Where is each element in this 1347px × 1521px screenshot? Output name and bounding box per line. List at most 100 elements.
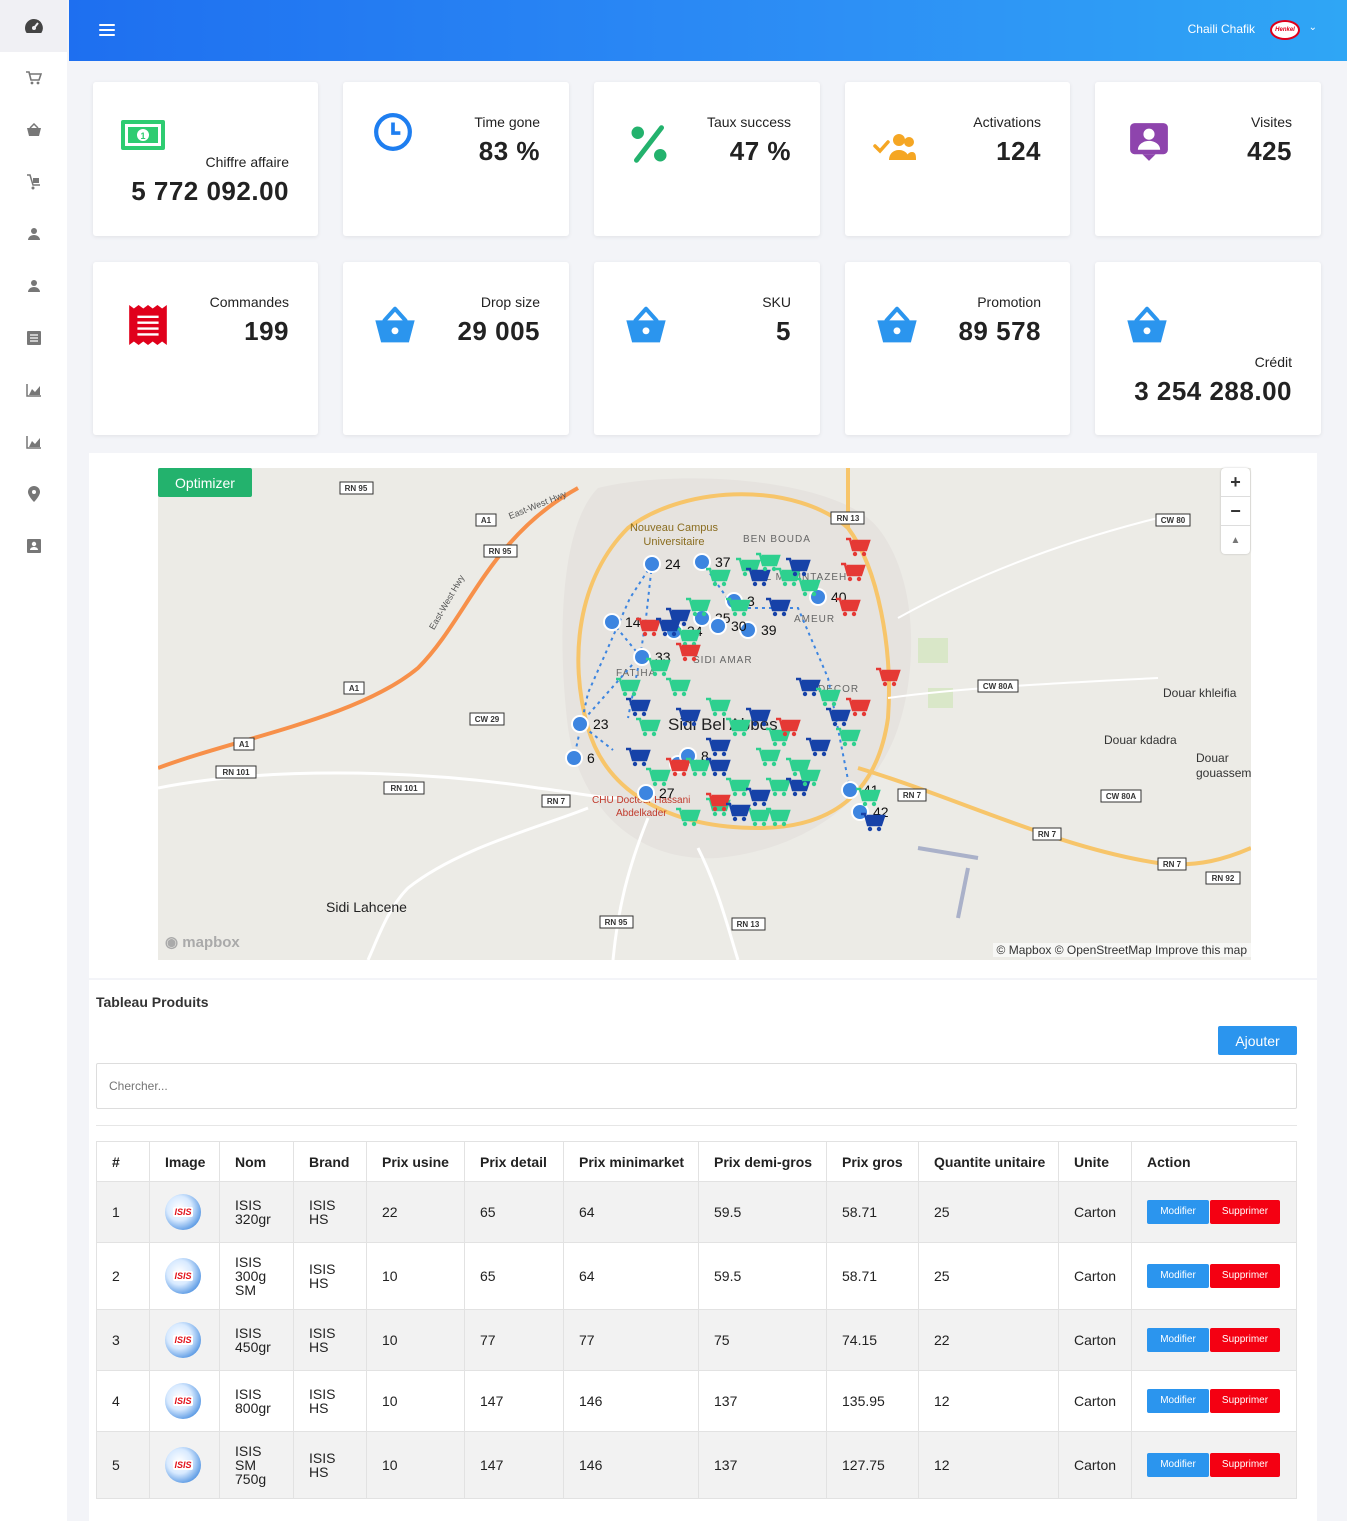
modify-button[interactable]: Modifier [1147, 1389, 1209, 1413]
col-header-prix-usine[interactable]: Prix usine [366, 1141, 465, 1182]
delete-button[interactable]: Supprimer [1210, 1453, 1280, 1477]
route-stop-marker[interactable] [603, 613, 621, 631]
cell-prix-usine: 10 [366, 1309, 465, 1371]
product-image: ISIS [165, 1447, 201, 1483]
col-header-action[interactable]: Action [1131, 1141, 1297, 1182]
compass-button[interactable]: ▲ [1221, 526, 1250, 555]
delete-button[interactable]: Supprimer [1210, 1200, 1280, 1224]
route-stop-marker[interactable] [643, 555, 661, 573]
mapbox-logo[interactable]: ◉ mapbox [165, 933, 240, 951]
sidebar-item-contacts[interactable] [0, 520, 67, 572]
basket-icon [26, 123, 41, 136]
cell-prix-demi-gros: 137 [698, 1370, 827, 1432]
chevron-down-icon[interactable]: ⌄ [1309, 22, 1317, 33]
col-header-brand[interactable]: Brand [293, 1141, 367, 1182]
cell-image: ISIS [149, 1431, 220, 1499]
kpi-value: 83 % [478, 136, 540, 166]
modify-button[interactable]: Modifier [1147, 1453, 1209, 1477]
search-input[interactable] [96, 1063, 1297, 1109]
col-header-quantite[interactable]: Quantite unitaire [918, 1141, 1059, 1182]
sidebar-item-basket[interactable] [0, 104, 67, 156]
cell-prix-demi-gros: 59.5 [698, 1181, 827, 1243]
cell-action: Modifier Supprimer [1131, 1370, 1297, 1432]
col-header-nom[interactable]: Nom [219, 1141, 294, 1182]
cell-prix-detail: 147 [464, 1431, 564, 1499]
route-stop-marker[interactable] [571, 715, 589, 733]
sidebar-item-dolly[interactable] [0, 156, 67, 208]
delete-button[interactable]: Supprimer [1210, 1328, 1280, 1352]
kpi-value: 29 005 [457, 316, 540, 346]
zoom-out-button[interactable]: − [1221, 497, 1250, 526]
svg-text:RN 13: RN 13 [737, 920, 760, 929]
sidebar-item-chart-1[interactable] [0, 364, 67, 416]
modify-button[interactable]: Modifier [1147, 1200, 1209, 1224]
cart-icon [25, 71, 42, 85]
cell-prix-usine: 22 [366, 1181, 465, 1243]
company-logo[interactable]: Henkel [1270, 20, 1300, 40]
svg-text:RN 7: RN 7 [1163, 860, 1182, 869]
cell-number: 1 [96, 1181, 150, 1243]
zoom-in-button[interactable]: + [1221, 468, 1250, 497]
kpi-card-credit: Crédit 3 254 288.00 [1095, 262, 1321, 435]
cell-prix-gros: 58.71 [826, 1181, 919, 1243]
sidebar-item-users-2[interactable] [0, 260, 67, 312]
company-logo-text: Henkel [1275, 27, 1295, 33]
map-canvas[interactable]: RN 95 A1 RN 95 A1 A1 RN 101 RN 101 CW 29… [158, 468, 1251, 960]
kpi-value: 199 [244, 316, 289, 346]
col-header-unite[interactable]: Unite [1058, 1141, 1132, 1182]
svg-text:CW 80A: CW 80A [983, 682, 1013, 691]
modify-button[interactable]: Modifier [1147, 1328, 1209, 1352]
route-stop-marker[interactable] [841, 781, 859, 799]
route-stop-marker[interactable] [637, 784, 655, 802]
col-header-image[interactable]: Image [149, 1141, 220, 1182]
col-header-prix-gros[interactable]: Prix gros [826, 1141, 919, 1182]
route-map[interactable]: RN 95 A1 RN 95 A1 A1 RN 101 RN 101 CW 29… [158, 468, 1251, 960]
menu-toggle-icon[interactable] [99, 24, 115, 36]
user-name[interactable]: Chaili Chafik [1188, 22, 1255, 36]
svg-text:RN 101: RN 101 [390, 784, 418, 793]
route-stop-marker[interactable] [565, 749, 583, 767]
kpi-value: 425 [1247, 136, 1292, 166]
sidebar-item-cart[interactable] [0, 52, 67, 104]
add-button[interactable]: Ajouter [1218, 1026, 1297, 1055]
banknote-icon: 1 [121, 120, 165, 150]
sidebar-item-chart-2[interactable] [0, 416, 67, 468]
delete-button[interactable]: Supprimer [1210, 1389, 1280, 1413]
map-attribution[interactable]: © Mapbox © OpenStreetMap Improve this ma… [992, 943, 1251, 957]
kpi-label: Time gone [474, 114, 540, 130]
cell-prix-minimarket: 77 [563, 1309, 699, 1371]
svg-text:1: 1 [140, 131, 145, 141]
route-stop-marker[interactable] [809, 588, 827, 606]
col-header-number[interactable]: # [96, 1141, 150, 1182]
col-header-prix-detail[interactable]: Prix detail [464, 1141, 564, 1182]
kpi-card-promotion: Promotion 89 578 [845, 262, 1070, 435]
users-check-icon [873, 134, 916, 160]
optimizer-button[interactable]: Optimizer [158, 468, 252, 497]
product-image-text: ISIS [173, 1460, 193, 1470]
cell-prix-detail: 65 [464, 1181, 564, 1243]
kpi-value: 5 772 092.00 [131, 176, 289, 206]
route-stop-marker[interactable] [633, 648, 651, 666]
sidebar-item-map[interactable] [0, 468, 67, 520]
route-stop-marker[interactable] [709, 617, 727, 635]
svg-text:CW 80: CW 80 [1161, 516, 1186, 525]
sidebar-item-list[interactable] [0, 312, 67, 364]
mapbox-logo-text: mapbox [182, 934, 240, 951]
kpi-card-commandes: Commandes 199 [93, 262, 318, 435]
col-header-prix-minimarket[interactable]: Prix minimarket [563, 1141, 699, 1182]
svg-text:Douar khleifia: Douar khleifia [1163, 686, 1237, 700]
cell-prix-gros: 135.95 [826, 1370, 919, 1432]
modify-button[interactable]: Modifier [1147, 1264, 1209, 1288]
product-image: ISIS [165, 1258, 201, 1294]
route-stop-marker[interactable] [693, 553, 711, 571]
col-header-prix-demi-gros[interactable]: Prix demi-gros [698, 1141, 827, 1182]
svg-text:BEN BOUDA: BEN BOUDA [743, 534, 811, 545]
sidebar-item-users-1[interactable] [0, 208, 67, 260]
cell-prix-demi-gros: 137 [698, 1431, 827, 1499]
table-header-row: # Image Nom Brand Prix usine Prix detail… [96, 1141, 1297, 1182]
sidebar-item-dashboard[interactable] [0, 0, 67, 52]
delete-button[interactable]: Supprimer [1210, 1264, 1280, 1288]
product-image: ISIS [165, 1194, 201, 1230]
kpi-label: SKU [762, 294, 791, 310]
kpi-label: Visites [1251, 114, 1292, 130]
